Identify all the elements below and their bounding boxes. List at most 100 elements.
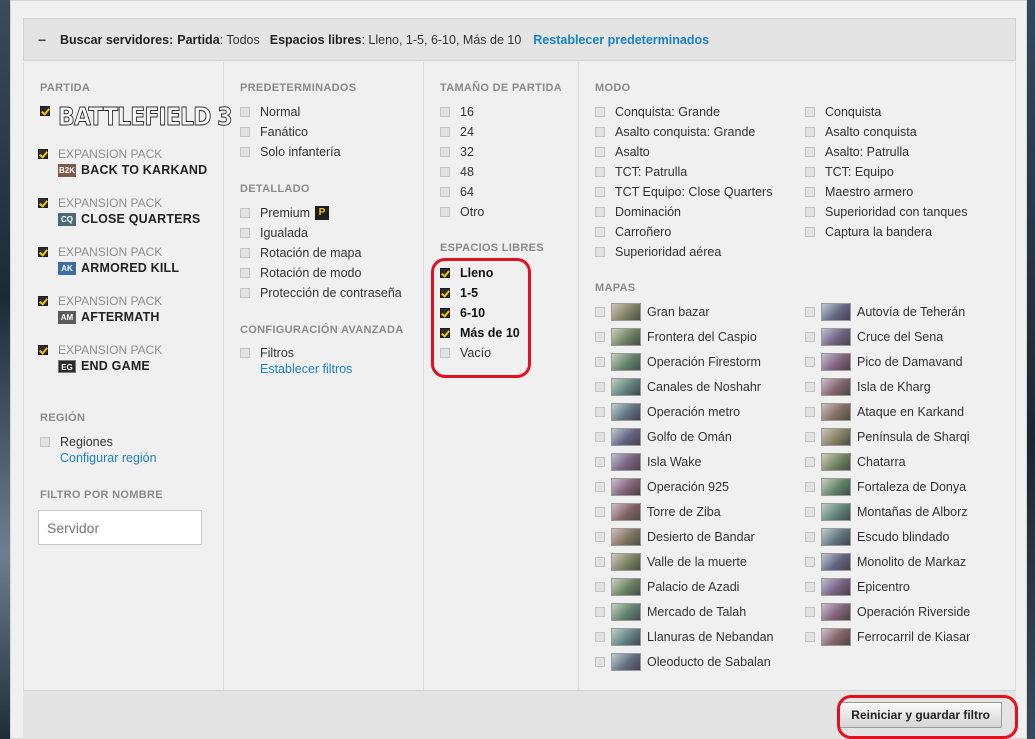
mode-option[interactable]: Asalto: Patrulla xyxy=(805,144,909,160)
mode-option[interactable]: Dominación xyxy=(595,204,681,220)
checkbox[interactable] xyxy=(805,632,815,642)
option-preset-infantry[interactable]: Solo infantería xyxy=(240,144,341,160)
checkbox[interactable] xyxy=(805,457,815,467)
option-size-32[interactable]: 32 xyxy=(440,144,474,160)
checkbox[interactable] xyxy=(595,167,605,177)
checkbox[interactable] xyxy=(595,107,605,117)
checkbox[interactable] xyxy=(595,357,605,367)
checkbox[interactable] xyxy=(805,107,815,117)
option-slots-full[interactable]: Lleno xyxy=(440,265,493,281)
map-option[interactable]: Palacio de Azadi xyxy=(595,578,739,596)
checkbox[interactable] xyxy=(805,167,815,177)
checkbox[interactable] xyxy=(440,207,450,217)
collapse-icon[interactable]: − xyxy=(38,32,48,48)
mode-option[interactable]: TCT: Equipo xyxy=(805,164,894,180)
checkbox[interactable] xyxy=(440,288,450,298)
checkbox-expansion-eg[interactable] xyxy=(38,345,48,355)
checkbox[interactable] xyxy=(805,207,815,217)
checkbox[interactable] xyxy=(595,207,605,217)
checkbox[interactable] xyxy=(440,167,450,177)
set-filters-link[interactable]: Establecer filtros xyxy=(260,362,352,376)
map-option[interactable]: Golfo de Omán xyxy=(595,428,732,446)
option-premium[interactable]: Premium P xyxy=(240,205,330,221)
checkbox[interactable] xyxy=(240,208,250,218)
checkbox-battlefield3[interactable] xyxy=(40,106,50,116)
checkbox[interactable] xyxy=(805,127,815,137)
checkbox[interactable] xyxy=(595,307,605,317)
checkbox[interactable] xyxy=(595,147,605,157)
reset-defaults-link[interactable]: Restablecer predeterminados xyxy=(533,33,709,47)
map-option[interactable]: Operación Riverside xyxy=(805,603,970,621)
mode-option[interactable]: Asalto conquista xyxy=(805,124,917,140)
checkbox[interactable] xyxy=(440,308,450,318)
mode-option[interactable]: Conquista xyxy=(805,104,881,120)
checkbox[interactable] xyxy=(595,382,605,392)
checkbox[interactable] xyxy=(440,147,450,157)
map-option[interactable]: Frontera del Caspio xyxy=(595,328,757,346)
map-option[interactable]: Chatarra xyxy=(805,453,906,471)
option-size-16[interactable]: 16 xyxy=(440,104,474,120)
checkbox-regiones[interactable] xyxy=(40,437,50,447)
checkbox[interactable] xyxy=(595,247,605,257)
checkbox[interactable] xyxy=(805,507,815,517)
mode-option[interactable]: Captura la bandera xyxy=(805,224,932,240)
checkbox[interactable] xyxy=(805,557,815,567)
checkbox-expansion-am[interactable] xyxy=(38,296,48,306)
option-mode-rotation[interactable]: Rotación de modo xyxy=(240,265,361,281)
map-option[interactable]: Montañas de Alborz xyxy=(805,503,968,521)
mode-option[interactable]: Asalto xyxy=(595,144,650,160)
checkbox[interactable] xyxy=(240,348,250,358)
option-slots-1-5[interactable]: 1-5 xyxy=(440,285,478,301)
checkbox[interactable] xyxy=(805,357,815,367)
checkbox[interactable] xyxy=(440,127,450,137)
mode-option[interactable]: Conquista: Grande xyxy=(595,104,720,120)
checkbox[interactable] xyxy=(805,227,815,237)
checkbox[interactable] xyxy=(595,532,605,542)
map-option[interactable]: Ferrocarril de Kiasar xyxy=(805,628,970,646)
map-option[interactable]: Operación Firestorm xyxy=(595,353,761,371)
map-option[interactable]: Epicentro xyxy=(805,578,910,596)
checkbox[interactable] xyxy=(805,382,815,392)
option-regiones[interactable]: Regiones xyxy=(40,434,113,450)
map-option[interactable]: Isla de Kharg xyxy=(805,378,931,396)
map-option[interactable]: Pico de Damavand xyxy=(805,353,963,371)
mode-option[interactable]: Carroñero xyxy=(595,224,671,240)
mode-option[interactable]: Asalto conquista: Grande xyxy=(595,124,755,140)
map-option[interactable]: Operación metro xyxy=(595,403,740,421)
checkbox[interactable] xyxy=(805,607,815,617)
checkbox[interactable] xyxy=(440,107,450,117)
checkbox[interactable] xyxy=(595,607,605,617)
checkbox[interactable] xyxy=(595,457,605,467)
option-slots-6-10[interactable]: 6-10 xyxy=(440,305,485,321)
option-preset-normal[interactable]: Normal xyxy=(240,104,300,120)
checkbox[interactable] xyxy=(805,432,815,442)
map-option[interactable]: Llanuras de Nebandan xyxy=(595,628,774,646)
option-size-other[interactable]: Otro xyxy=(440,204,484,220)
checkbox[interactable] xyxy=(440,187,450,197)
option-password[interactable]: Protección de contraseña xyxy=(240,285,402,301)
checkbox[interactable] xyxy=(440,348,450,358)
map-option[interactable]: Valle de la muerte xyxy=(595,553,747,571)
checkbox[interactable] xyxy=(240,248,250,258)
checkbox-expansion-cq[interactable] xyxy=(38,198,48,208)
mode-option[interactable]: TCT: Patrulla xyxy=(595,164,687,180)
checkbox[interactable] xyxy=(595,407,605,417)
option-preset-fanatico[interactable]: Fanático xyxy=(240,124,308,140)
option-size-48[interactable]: 48 xyxy=(440,164,474,180)
checkbox[interactable] xyxy=(595,582,605,592)
checkbox[interactable] xyxy=(805,187,815,197)
map-option[interactable]: Isla Wake xyxy=(595,453,701,471)
checkbox[interactable] xyxy=(440,268,450,278)
checkbox[interactable] xyxy=(805,332,815,342)
map-option[interactable]: Desierto de Bandar xyxy=(595,528,755,546)
reset-save-filter-button[interactable]: Reiniciar y guardar filtro xyxy=(839,702,1002,728)
map-option[interactable]: Escudo blindado xyxy=(805,528,949,546)
mode-option[interactable]: TCT Equipo: Close Quarters xyxy=(595,184,772,200)
checkbox[interactable] xyxy=(805,407,815,417)
checkbox[interactable] xyxy=(805,307,815,317)
checkbox[interactable] xyxy=(595,507,605,517)
checkbox[interactable] xyxy=(805,482,815,492)
checkbox[interactable] xyxy=(805,147,815,157)
map-option[interactable]: Operación 925 xyxy=(595,478,729,496)
map-option[interactable]: Ataque en Karkand xyxy=(805,403,964,421)
